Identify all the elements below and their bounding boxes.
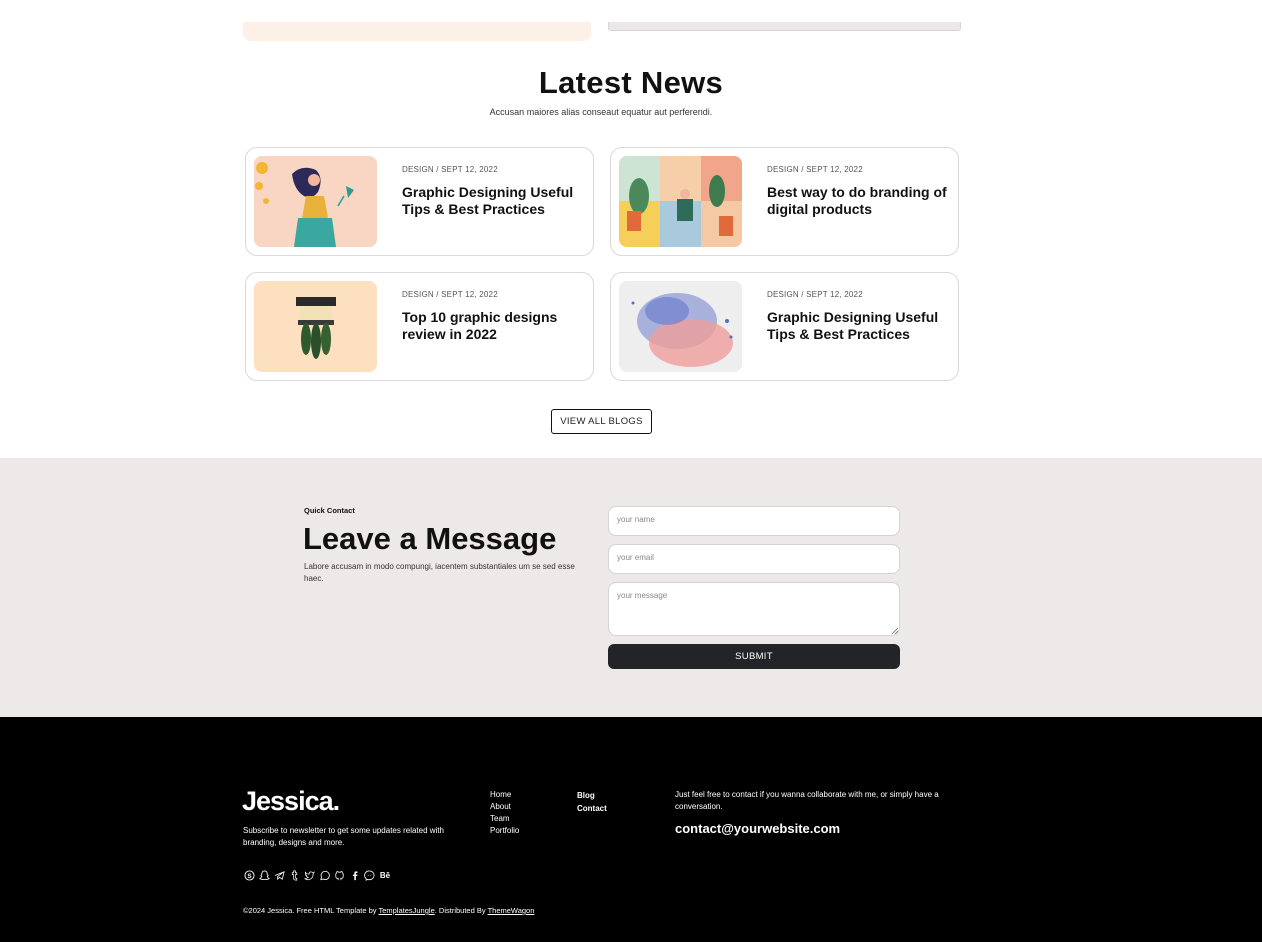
collaborate-text: Just feel free to contact if you wanna c… (675, 790, 939, 811)
facebook-icon[interactable] (348, 869, 360, 881)
news-title-link[interactable]: Top 10 graphic designs review in 2022 (402, 309, 582, 343)
tumblr-icon[interactable] (288, 869, 300, 881)
snapchat-icon[interactable] (258, 869, 270, 881)
copyright-mid: . Distributed By (434, 906, 488, 915)
section-title: Latest News (538, 65, 724, 100)
footer-link-contact[interactable]: Contact (577, 802, 607, 815)
section-subtitle: Accusan maiores alias conseaut equatur a… (489, 107, 713, 117)
footer-nav-primary: Home About Team Portfolio (490, 789, 519, 837)
news-card[interactable]: DESIGN / SEPT 12, 2022 Top 10 graphic de… (245, 272, 594, 381)
footer: Jessica. Subscribe to newsletter to get … (0, 717, 1262, 942)
email-input[interactable]: your email (608, 544, 900, 574)
woman-illustration-image (254, 156, 377, 247)
news-meta: DESIGN / SEPT 12, 2022 (767, 290, 863, 299)
messenger-icon[interactable] (363, 869, 375, 881)
news-thumbnail[interactable] (254, 281, 377, 372)
contact-title: Leave a Message (303, 521, 557, 556)
twitter-icon[interactable] (303, 869, 315, 881)
watercolor-paint-image (619, 281, 742, 372)
newsletter-text: Subscribe to newsletter to get some upda… (243, 826, 444, 847)
footer-nav-secondary: Blog Contact (577, 789, 607, 815)
shop-window-photo-image (254, 281, 377, 372)
quick-contact-label: Quick Contact (304, 506, 355, 515)
top-card-right (608, 22, 961, 31)
news-thumbnail[interactable] (619, 281, 742, 372)
news-title-link[interactable]: Best way to do branding of digital produ… (767, 184, 947, 218)
news-meta: DESIGN / SEPT 12, 2022 (402, 290, 498, 299)
message-textarea[interactable]: your message (608, 582, 900, 636)
copyright-prefix: ©2024 Jessica. Free HTML Template by (243, 906, 379, 915)
contact-section: Quick Contact Leave a Message Labore acc… (0, 458, 1262, 717)
news-card[interactable]: DESIGN / SEPT 12, 2022 Best way to do br… (610, 147, 959, 256)
news-thumbnail[interactable] (619, 156, 742, 247)
news-title-link[interactable]: Graphic Designing Useful Tips & Best Pra… (402, 184, 582, 218)
message-placeholder: your message (617, 591, 668, 600)
skype-icon[interactable]: S (243, 869, 255, 881)
footer-link-portfolio[interactable]: Portfolio (490, 825, 519, 837)
news-meta: DESIGN / SEPT 12, 2022 (767, 165, 863, 174)
footer-link-home[interactable]: Home (490, 789, 519, 801)
behance-icon[interactable]: Bē (378, 869, 392, 881)
submit-button[interactable]: SUBMIT (608, 644, 900, 669)
github-icon[interactable] (333, 869, 345, 881)
news-meta: DESIGN / SEPT 12, 2022 (402, 165, 498, 174)
news-title-link[interactable]: Graphic Designing Useful Tips & Best Pra… (767, 309, 947, 343)
news-card[interactable]: DESIGN / SEPT 12, 2022 Graphic Designing… (245, 147, 594, 256)
whatsapp-icon[interactable] (318, 869, 330, 881)
contact-description: Labore accusam in modo compungi, iacente… (304, 562, 575, 583)
view-all-blogs-button[interactable]: VIEW ALL BLOGS (551, 409, 652, 434)
footer-link-blog[interactable]: Blog (577, 789, 607, 802)
resize-handle-icon[interactable] (892, 628, 898, 634)
contact-email-link[interactable]: contact@yourwebsite.com (675, 821, 840, 836)
templatesjungle-link[interactable]: TemplatesJungle (378, 906, 434, 915)
svg-text:S: S (247, 872, 252, 879)
news-thumbnail[interactable] (254, 156, 377, 247)
social-links: S Bē (243, 869, 392, 881)
people-plants-illustration-image (619, 156, 742, 247)
telegram-icon[interactable] (273, 869, 285, 881)
news-card[interactable]: DESIGN / SEPT 12, 2022 Graphic Designing… (610, 272, 959, 381)
themewagon-link[interactable]: ThemeWagon (488, 906, 535, 915)
top-card-left (243, 22, 591, 41)
footer-link-team[interactable]: Team (490, 813, 519, 825)
footer-logo[interactable]: Jessica. (242, 786, 340, 817)
footer-link-about[interactable]: About (490, 801, 519, 813)
copyright-text: ©2024 Jessica. Free HTML Template by Tem… (243, 906, 534, 915)
name-input[interactable]: your name (608, 506, 900, 536)
